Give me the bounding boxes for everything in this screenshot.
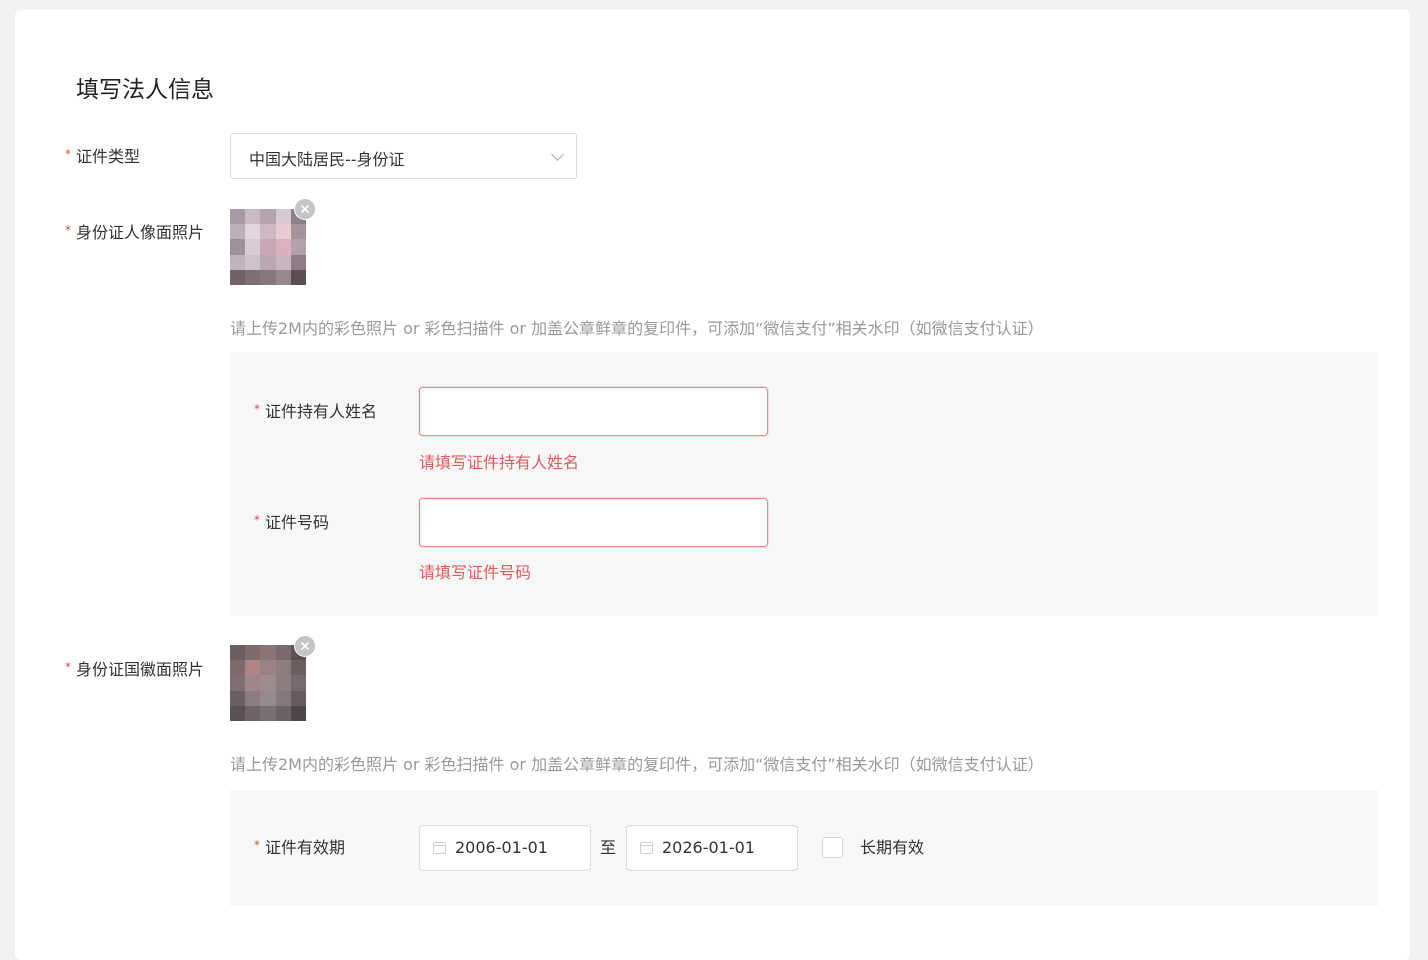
end-date-input[interactable]: 2026-01-01: [626, 825, 798, 871]
holder-name-label: * 证件持有人姓名: [254, 402, 377, 422]
back-photo-thumbnail[interactable]: [230, 645, 306, 721]
holder-info-panel: * 证件持有人姓名 请填写证件持有人姓名 * 证件号码 请填写证件号码: [230, 352, 1378, 616]
holder-name-input[interactable]: [419, 387, 768, 436]
remove-back-photo-button[interactable]: [294, 635, 316, 657]
back-photo-label: * 身份证国徽面照片: [65, 660, 204, 680]
chevron-down-icon: [551, 148, 564, 161]
id-type-select[interactable]: 中国大陆居民--身份证: [230, 133, 577, 179]
id-type-label: * 证件类型: [65, 147, 140, 167]
required-mark: *: [254, 513, 260, 527]
required-mark: *: [65, 223, 71, 237]
close-icon: [300, 204, 310, 214]
start-date-value: 2006-01-01: [455, 838, 548, 857]
close-icon: [300, 641, 310, 651]
required-mark: *: [65, 147, 71, 161]
calendar-icon: [433, 842, 446, 854]
back-photo-hint: 请上传2M内的彩色照片 or 彩色扫描件 or 加盖公章鲜章的复印件，可添加“微…: [230, 755, 1044, 774]
id-type-value: 中国大陆居民--身份证: [249, 150, 405, 169]
front-photo-label: * 身份证人像面照片: [65, 223, 204, 243]
date-range-separator: 至: [600, 838, 617, 857]
end-date-value: 2026-01-01: [662, 838, 755, 857]
id-number-input[interactable]: [419, 498, 768, 547]
validity-panel: * 证件有效期 2006-01-01 至 2026-01-01 长期有效: [230, 790, 1378, 906]
start-date-input[interactable]: 2006-01-01: [419, 825, 591, 871]
long-term-checkbox[interactable]: [822, 837, 843, 858]
holder-name-error: 请填写证件持有人姓名: [419, 453, 580, 472]
required-mark: *: [254, 838, 260, 852]
required-mark: *: [65, 660, 71, 674]
id-number-error: 请填写证件号码: [419, 563, 532, 582]
validity-label: * 证件有效期: [254, 838, 345, 858]
long-term-label: 长期有效: [860, 838, 925, 857]
remove-front-photo-button[interactable]: [294, 198, 316, 220]
form-card: 填写法人信息 * 证件类型 中国大陆居民--身份证 * 身份证人像面照片 请上传…: [15, 10, 1410, 960]
page-title: 填写法人信息: [76, 77, 214, 103]
front-photo-hint: 请上传2M内的彩色照片 or 彩色扫描件 or 加盖公章鲜章的复印件，可添加“微…: [230, 319, 1044, 338]
required-mark: *: [254, 402, 260, 416]
calendar-icon: [640, 842, 653, 854]
id-number-label: * 证件号码: [254, 513, 329, 533]
front-photo-thumbnail[interactable]: [230, 209, 306, 285]
